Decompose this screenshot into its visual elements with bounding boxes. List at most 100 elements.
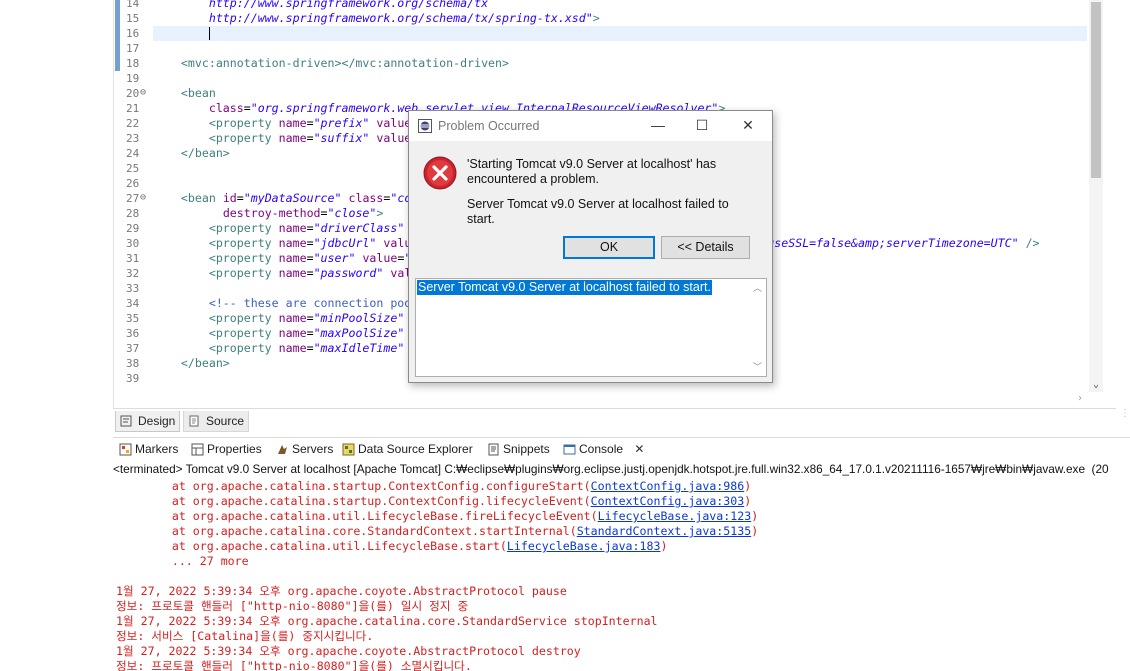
tab-source[interactable]: Source bbox=[183, 411, 250, 432]
minimize-icon[interactable]: — bbox=[647, 115, 669, 135]
console-line-text: 정보: 프로토콜 핸들러 ["http-nio-8080"]을(를) 소멸시킵니… bbox=[116, 659, 472, 671]
tab-snippets-label: Snippets bbox=[503, 442, 550, 456]
console-line-tail: ) bbox=[660, 539, 668, 553]
line-number-text: 29 bbox=[126, 222, 140, 235]
dialog-reason: Server Tomcat v9.0 Server at localhost f… bbox=[467, 197, 729, 226]
code-line[interactable]: <mvc:annotation-driven></mvc:annotation-… bbox=[153, 56, 1087, 71]
console-output[interactable]: at org.apache.catalina.startup.ContextCo… bbox=[113, 478, 1130, 671]
line-number-text: 21 bbox=[126, 102, 140, 115]
code-line[interactable]: http://www.springframework.org/schema/tx bbox=[153, 0, 1087, 11]
details-text: Server Tomcat v9.0 Server at localhost f… bbox=[417, 280, 712, 295]
tab-design[interactable]: Design bbox=[115, 411, 181, 432]
line-number-text: 24 bbox=[126, 147, 140, 160]
code-line[interactable] bbox=[153, 41, 1087, 56]
tab-markers[interactable]: Markers bbox=[117, 440, 178, 459]
tab-snippets[interactable]: Snippets bbox=[485, 440, 550, 459]
error-icon bbox=[423, 156, 457, 190]
change-marker bbox=[115, 0, 120, 11]
chevron-up-icon[interactable]: ︿ bbox=[753, 281, 762, 294]
console-line: 정보: 서비스 [Catalina]을(를) 중지시킵니다. bbox=[116, 629, 373, 644]
console-line-text: 1월 27, 2022 5:39:34 오후 org.apache.coyote… bbox=[116, 584, 567, 598]
console-line: 정보: 프로토콜 핸들러 ["http-nio-8080"]을(를) 일시 정지… bbox=[116, 599, 468, 614]
tab-data-source-explorer[interactable]: Data Source Explorer bbox=[340, 440, 473, 459]
fold-toggle-icon[interactable]: ⊖ bbox=[140, 85, 146, 100]
console-icon bbox=[563, 444, 576, 455]
line-number: 34 bbox=[114, 296, 151, 311]
tab-data-source-explorer-label: Data Source Explorer bbox=[358, 442, 473, 456]
line-number: 18 bbox=[114, 56, 151, 71]
dialog-titlebar[interactable]: Problem Occurred — ☐ ✕ bbox=[409, 111, 772, 141]
details-text-area[interactable]: Server Tomcat v9.0 Server at localhost f… bbox=[415, 278, 767, 377]
scroll-marker-icon: ⋮ bbox=[1120, 408, 1130, 419]
tab-servers[interactable]: Servers bbox=[274, 440, 333, 459]
console-line: 1월 27, 2022 5:39:34 오후 org.apache.catali… bbox=[116, 614, 658, 629]
tab-design-label: Design bbox=[138, 414, 176, 428]
code-line[interactable] bbox=[153, 26, 1087, 41]
editor-mode-tabs: Design Source bbox=[113, 408, 1116, 433]
line-number: 29 bbox=[114, 221, 151, 236]
line-number: 35 bbox=[114, 311, 151, 326]
stacktrace-link[interactable]: StandardContext.java:5135 bbox=[577, 524, 752, 538]
console-line-text: at org.apache.catalina.startup.ContextCo… bbox=[116, 494, 591, 508]
right-edge-strip: ⋮ bbox=[1116, 0, 1130, 432]
console-line-text: ... 27 more bbox=[116, 554, 249, 568]
stacktrace-link[interactable]: ContextConfig.java:986 bbox=[591, 479, 745, 493]
line-number: 23 bbox=[114, 131, 151, 146]
editor-horizontal-scrollbar[interactable]: › bbox=[114, 392, 1089, 408]
change-marker bbox=[115, 41, 120, 56]
change-marker bbox=[115, 26, 120, 41]
console-line: 정보: 프로토콜 핸들러 ["http-nio-8080"]을(를) 소멸시킵니… bbox=[116, 659, 472, 671]
details-button[interactable]: << Details bbox=[661, 236, 750, 259]
stacktrace-link[interactable]: LifecycleBase.java:183 bbox=[507, 539, 661, 553]
console-line-text: at org.apache.catalina.util.LifecycleBas… bbox=[116, 509, 598, 523]
console-line-tail: ) bbox=[744, 479, 752, 493]
console-line-text: at org.apache.catalina.core.StandardCont… bbox=[116, 524, 577, 538]
change-marker bbox=[115, 11, 120, 26]
console-line-text: at org.apache.catalina.util.LifecycleBas… bbox=[116, 539, 507, 553]
line-number: 39 bbox=[114, 371, 151, 386]
editor-scroll-thumb[interactable] bbox=[1091, 2, 1101, 178]
line-number: 20 ⊖ bbox=[114, 86, 151, 101]
line-number-text: 16 bbox=[126, 27, 140, 40]
chevron-down-icon[interactable]: ⌄ bbox=[1089, 378, 1103, 392]
line-number-text: 38 bbox=[126, 357, 140, 370]
line-number: 31 bbox=[114, 251, 151, 266]
line-number-text: 27 bbox=[126, 192, 140, 205]
code-line[interactable]: http://www.springframework.org/schema/tx… bbox=[153, 11, 1087, 26]
console-line-tail: ) bbox=[751, 524, 759, 538]
line-number: 33 bbox=[114, 281, 151, 296]
line-number-text: 23 bbox=[126, 132, 140, 145]
console-line-tail: ) bbox=[751, 509, 759, 523]
fold-toggle-icon[interactable]: ⊖ bbox=[140, 190, 146, 205]
line-number: 24 bbox=[114, 146, 151, 161]
console-line: 1월 27, 2022 5:39:34 오후 org.apache.coyote… bbox=[116, 584, 567, 599]
code-line[interactable]: <bean bbox=[153, 86, 1087, 101]
close-icon[interactable]: ✕ bbox=[634, 442, 644, 456]
code-line[interactable] bbox=[153, 71, 1087, 86]
line-number: 30 bbox=[114, 236, 151, 251]
tab-properties[interactable]: Properties bbox=[189, 440, 262, 459]
source-icon bbox=[189, 415, 199, 427]
line-number: 15 bbox=[114, 11, 151, 26]
close-icon[interactable]: ✕ bbox=[737, 115, 759, 135]
servers-icon bbox=[278, 445, 287, 454]
console-line-text: 1월 27, 2022 5:39:34 오후 org.apache.coyote… bbox=[116, 644, 581, 658]
line-number-text: 37 bbox=[126, 342, 140, 355]
stacktrace-link[interactable]: LifecycleBase.java:123 bbox=[598, 509, 752, 523]
chevron-down-icon[interactable]: ﹀ bbox=[753, 360, 762, 373]
ok-button[interactable]: OK bbox=[563, 236, 655, 259]
maximize-icon[interactable]: ☐ bbox=[691, 115, 713, 135]
dialog-message: 'Starting Tomcat v9.0 Server at localhos… bbox=[467, 157, 717, 186]
details-scrollbar[interactable]: ︿ ﹀ bbox=[749, 279, 766, 376]
problem-occurred-dialog[interactable]: Problem Occurred — ☐ ✕ 'Starting Tomcat … bbox=[408, 110, 773, 383]
chevron-right-icon[interactable]: › bbox=[1077, 393, 1083, 404]
editor-vertical-scrollbar[interactable]: ⌄ bbox=[1089, 0, 1103, 392]
tab-console[interactable]: Console ✕ bbox=[561, 440, 645, 459]
console-line: at org.apache.catalina.startup.ContextCo… bbox=[116, 494, 751, 509]
stacktrace-link[interactable]: ContextConfig.java:303 bbox=[591, 494, 745, 508]
eclipse-icon bbox=[418, 119, 432, 133]
console-line-text: 1월 27, 2022 5:39:34 오후 org.apache.catali… bbox=[116, 614, 658, 628]
console-line: at org.apache.catalina.core.StandardCont… bbox=[116, 524, 758, 539]
line-number: 16 bbox=[114, 26, 151, 41]
line-number-text: 36 bbox=[126, 327, 140, 340]
